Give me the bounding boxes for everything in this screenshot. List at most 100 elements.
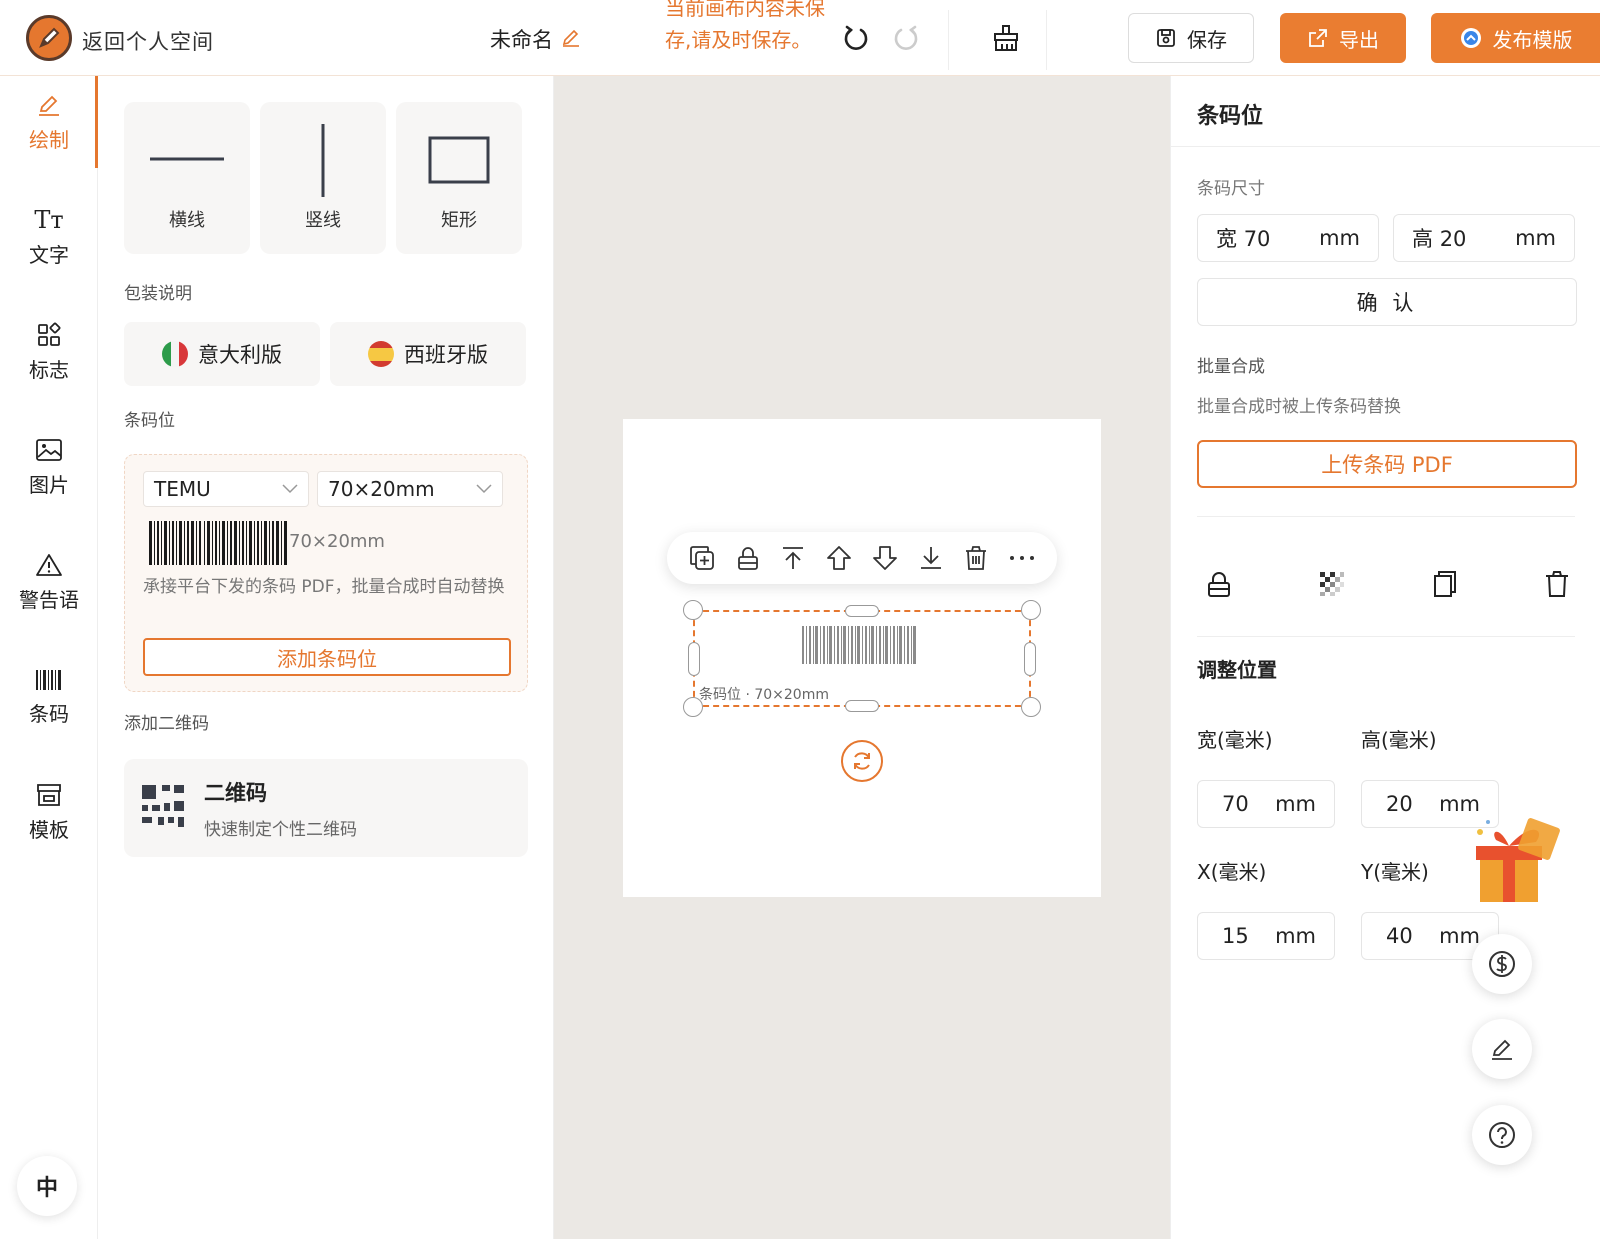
send-to-back-icon[interactable] (916, 543, 946, 573)
batch-title: 批量合成 (1197, 357, 1265, 377)
rail-label: 标志 (29, 357, 69, 382)
chevron-down-icon (282, 484, 298, 494)
rail-label: 图片 (29, 472, 69, 497)
size-value: 70×20mm (328, 477, 435, 501)
logo-icon[interactable] (26, 15, 72, 61)
edit-name-icon[interactable] (561, 27, 581, 52)
divider (948, 10, 949, 70)
resize-handle-nw[interactable] (683, 600, 703, 620)
platform-select[interactable]: TEMU (143, 471, 309, 507)
draw-panel: 横线 竖线 矩形 包装说明 意大利版 西班牙版 条码位 TEMU 70×20mm… (98, 76, 554, 1239)
pos-width-value: 70 (1222, 792, 1249, 816)
unsaved-notice: 当前画布内容未保存,请及时保存。 (665, 0, 825, 52)
pos-width-input[interactable]: 70 mm (1197, 780, 1335, 828)
edit-icon (1492, 1039, 1512, 1060)
unit-label: mm (1439, 924, 1480, 948)
barcode-slot-card: TEMU 70×20mm 70×20mm 承接平台下发的条码 PDF，批量合成时… (124, 454, 528, 692)
shape-rectangle[interactable]: 矩形 (396, 102, 522, 254)
barcode-description: 承接平台下发的条码 PDF，批量合成时自动替换 (143, 577, 505, 597)
lock-icon[interactable] (733, 543, 763, 573)
export-button[interactable]: 导出 (1280, 13, 1406, 63)
resize-handle-w[interactable] (688, 642, 700, 676)
resize-handle-s[interactable] (845, 700, 879, 712)
bring-forward-icon[interactable] (824, 543, 854, 573)
barcode-icon (36, 669, 61, 690)
resize-handle-n[interactable] (845, 605, 879, 617)
size-select[interactable]: 70×20mm (317, 471, 503, 507)
rail-item-image[interactable]: 图片 (0, 421, 98, 513)
delete-icon[interactable] (961, 543, 991, 573)
italy-flag-icon (162, 341, 188, 367)
gift-icon[interactable] (1470, 816, 1566, 906)
qr-section-title: 添加二维码 (124, 714, 209, 734)
resize-handle-se[interactable] (1021, 697, 1041, 717)
divider (1197, 636, 1575, 637)
selected-barcode-element[interactable]: 条码位 · 70×20mm (683, 600, 1041, 717)
italy-version-button[interactable]: 意大利版 (124, 322, 320, 386)
save-icon (1157, 29, 1175, 47)
back-to-space-link[interactable]: 返回个人空间 (82, 26, 214, 56)
width-field-value: 宽 70 (1216, 227, 1271, 251)
help-button[interactable] (1472, 1105, 1532, 1165)
unit-label: mm (1439, 792, 1480, 816)
add-barcode-slot-button[interactable]: 添加条码位 (143, 638, 511, 676)
feedback-button[interactable] (1472, 1019, 1532, 1079)
horizontal-line-icon (150, 157, 224, 161)
send-backward-icon[interactable] (870, 543, 900, 573)
tool-rail: 绘制 Tт 文字 标志 图片 警告语 条码 模板 中 (0, 76, 98, 1239)
copy-add-icon[interactable] (687, 543, 717, 573)
qr-code-card[interactable]: 二维码 快速制定个性二维码 (124, 759, 528, 857)
confirm-button[interactable]: 确 认 (1197, 278, 1577, 326)
unit-label: mm (1515, 226, 1556, 250)
properties-panel: 条码位 条码尺寸 宽 70 mm 高 20 mm 确 认 批量合成 批量合成时被… (1170, 76, 1600, 1239)
rail-item-draw[interactable]: 绘制 (0, 76, 98, 168)
rail-item-warning[interactable]: 警告语 (0, 536, 98, 628)
spain-version-button[interactable]: 西班牙版 (330, 322, 526, 386)
element-toolbar (667, 532, 1057, 584)
redo-icon[interactable] (888, 20, 924, 56)
language-toggle[interactable]: 中 (17, 1156, 77, 1216)
rail-label: 绘制 (29, 127, 69, 152)
pos-x-input[interactable]: 15 mm (1197, 912, 1335, 960)
doc-name[interactable]: 未命名 (490, 24, 581, 54)
vertical-line-icon (321, 124, 325, 197)
rail-item-logo[interactable]: 标志 (0, 306, 98, 398)
clear-brush-icon[interactable] (988, 20, 1024, 56)
barcode-size-caption: 70×20mm (289, 531, 385, 552)
more-icon[interactable] (1007, 543, 1037, 573)
resize-handle-ne[interactable] (1021, 600, 1041, 620)
delete-icon[interactable] (1539, 566, 1575, 602)
pos-y-label: Y(毫米) (1361, 860, 1429, 884)
lock-icon[interactable] (1201, 566, 1237, 602)
undo-icon[interactable] (838, 20, 874, 56)
rail-item-barcode[interactable]: 条码 (0, 651, 98, 743)
chevron-down-icon (476, 484, 492, 494)
rotate-handle[interactable] (841, 740, 883, 782)
bring-to-front-icon[interactable] (778, 543, 808, 573)
rail-item-text[interactable]: Tт 文字 (0, 191, 98, 283)
barcode-height-input[interactable]: 高 20 mm (1393, 214, 1575, 262)
transparency-icon[interactable] (1314, 566, 1350, 602)
qr-subtitle: 快速制定个性二维码 (204, 820, 357, 840)
barcode-width-input[interactable]: 宽 70 mm (1197, 214, 1379, 262)
resize-handle-sw[interactable] (683, 697, 703, 717)
packaging-label: 意大利版 (198, 343, 282, 367)
doc-name-text: 未命名 (490, 28, 553, 52)
canvas-area[interactable]: 条码位 · 70×20mm (554, 76, 1170, 1239)
publish-template-button[interactable]: 发布模版 (1431, 13, 1600, 63)
shape-vertical-line[interactable]: 竖线 (260, 102, 386, 254)
resize-handle-e[interactable] (1024, 642, 1036, 676)
pos-height-value: 20 (1386, 792, 1413, 816)
rotate-icon (854, 752, 870, 770)
save-button[interactable]: 保存 (1128, 13, 1254, 63)
pricing-button[interactable] (1472, 934, 1532, 994)
rail-item-template[interactable]: 模板 (0, 766, 98, 858)
qr-title: 二维码 (204, 781, 267, 805)
divider (1197, 516, 1575, 517)
template-icon (37, 783, 61, 806)
upload-barcode-pdf-button[interactable]: 上传条码 PDF (1197, 440, 1577, 488)
adjust-position-title: 调整位置 (1197, 658, 1277, 682)
duplicate-icon[interactable] (1427, 566, 1463, 602)
dollar-icon (1489, 951, 1515, 977)
shape-horizontal-line[interactable]: 横线 (124, 102, 250, 254)
